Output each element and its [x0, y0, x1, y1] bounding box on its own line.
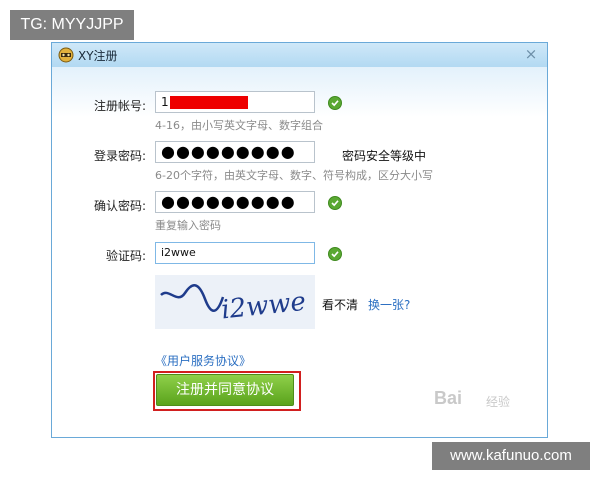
captcha-valid-icon [328, 247, 342, 261]
account-label: 注册帐号: [93, 99, 146, 113]
captcha-unclear-text: 看不清 [322, 298, 359, 312]
captcha-input[interactable]: i2wwe [155, 242, 315, 264]
site-url-badge: www.kafunuo.com [432, 442, 590, 470]
close-icon[interactable]: × [523, 45, 539, 63]
app-logo-icon [58, 47, 74, 63]
account-valid-icon [328, 96, 342, 110]
captcha-image[interactable]: i2wwe [155, 275, 315, 329]
confirm-label: 确认密码: [93, 199, 146, 213]
user-agreement-link[interactable]: 《用户服务协议》 [155, 352, 251, 369]
password-value: ●●●●●●●●● [161, 142, 296, 161]
password-hint: 6-20个字符，由英文字母、数字、符号构成，区分大小写 [155, 169, 433, 182]
baidu-watermark: Bai [434, 388, 463, 408]
window-title: XY注册 [78, 49, 118, 63]
account-hint: 4-16，由小写英文字母、数字组合 [155, 119, 323, 132]
account-value: 1 [161, 95, 169, 109]
redaction-mark [170, 96, 248, 109]
captcha-image-text: i2wwe [220, 287, 307, 326]
confirm-value: ●●●●●●●●● [161, 192, 296, 211]
captcha-value: i2wwe [161, 246, 196, 259]
account-input[interactable]: 1 [155, 91, 315, 113]
confirm-password-input[interactable]: ●●●●●●●●● [155, 191, 315, 213]
confirm-hint: 重复输入密码 [155, 219, 221, 232]
register-agree-button[interactable]: 注册并同意协议 [156, 374, 294, 406]
password-label: 登录密码: [93, 149, 146, 163]
captcha-label: 验证码: [105, 249, 146, 263]
password-input[interactable]: ●●●●●●●●● [155, 141, 315, 163]
password-strength: 密码安全等级中 [342, 149, 427, 163]
baidu-watermark-sub: 经验 [486, 395, 511, 409]
refresh-captcha-link[interactable]: 换一张? [368, 296, 410, 313]
confirm-valid-icon [328, 196, 342, 210]
register-dialog: XY注册 × 注册帐号: 1 4-16，由小写英文字母、数字组合 登录密码: ●… [51, 42, 548, 438]
title-bar[interactable]: XY注册 × [52, 43, 547, 67]
tg-badge: TG: MYYJJPP [10, 10, 134, 40]
